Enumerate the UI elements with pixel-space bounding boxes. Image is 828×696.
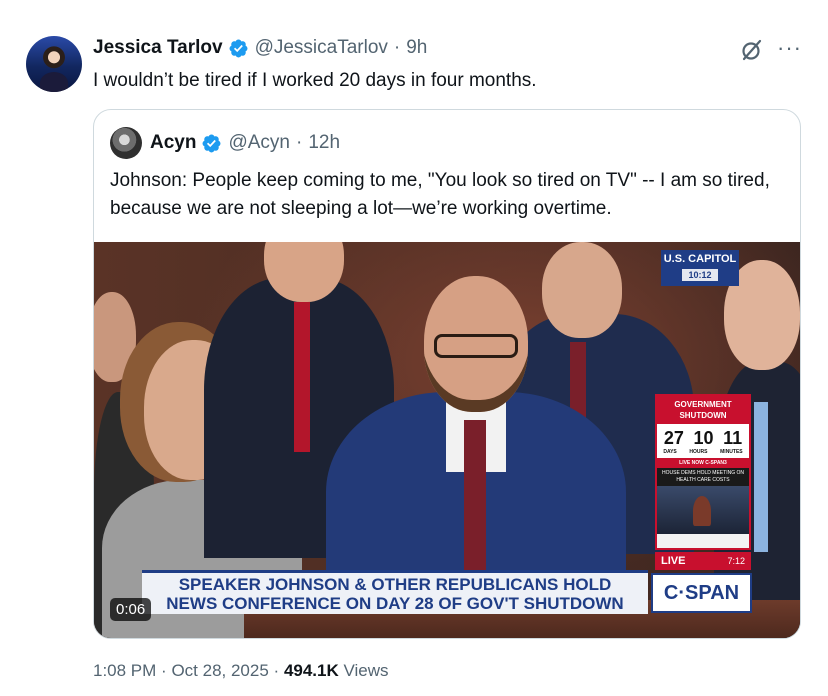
unit-minutes: MINUTES <box>720 449 743 455</box>
author-avatar[interactable] <box>26 36 82 92</box>
shutdown-title: GOVERNMENT SHUTDOWN <box>657 396 749 424</box>
shutdown-counter: 27 10 11 <box>657 424 749 449</box>
tweet-date[interactable]: Oct 28, 2025 <box>171 661 268 680</box>
live-now-label: LIVE NOW C-SPAN3 <box>657 458 749 468</box>
quote-author-handle[interactable]: @Acyn <box>228 132 290 154</box>
separator: · <box>161 661 167 680</box>
capitol-location-badge: U.S. CAPITOL 10:12 <box>661 250 739 286</box>
tweet-meta: 1:08 PM · Oct 28, 2025 · 494.1K Views <box>93 661 389 681</box>
shutdown-counter-panel: GOVERNMENT SHUTDOWN 27 10 11 DAYS HOURS … <box>655 394 751 550</box>
views-count: 494.1K <box>283 661 339 680</box>
tweet-age[interactable]: 9h <box>406 37 427 59</box>
author-handle[interactable]: @JessicaTarlov <box>255 37 388 59</box>
views-label: Views <box>343 661 389 680</box>
quote-header: Acyn @Acyn · 12h <box>110 127 340 159</box>
quoted-tweet-card[interactable]: Acyn @Acyn · 12h Johnson: People keep co… <box>93 109 801 639</box>
unit-days: DAYS <box>663 449 677 455</box>
counter-units: DAYS HOURS MINUTES <box>657 449 749 458</box>
sub-caption: HOUSE DEMS HOLD MEETING ON HEALTH CARE C… <box>657 468 749 486</box>
quote-age[interactable]: 12h <box>308 132 340 154</box>
live-label: LIVE <box>661 555 686 567</box>
lower-third-line2: NEWS CONFERENCE ON DAY 28 OF GOV'T SHUTD… <box>166 594 624 613</box>
counter-hours: 10 <box>693 428 714 448</box>
video-player[interactable]: U.S. CAPITOL 10:12 GOVERNMENT SHUTDOWN 2… <box>94 242 800 638</box>
live-indicator: LIVE 7:12 <box>655 552 751 570</box>
separator: · <box>273 661 280 680</box>
tweet-text: I wouldn’t be tired if I worked 20 days … <box>93 70 537 91</box>
quote-author-name[interactable]: Acyn <box>150 132 196 154</box>
network-logo: C·SPAN <box>651 573 752 613</box>
more-options-icon[interactable]: ··· <box>777 36 802 60</box>
separator: · <box>296 132 303 153</box>
counter-days: 27 <box>663 428 684 448</box>
unit-hours: HOURS <box>689 449 708 455</box>
lower-third-line1: SPEAKER JOHNSON & OTHER REPUBLICANS HOLD <box>178 575 612 594</box>
counter-minutes: 11 <box>723 428 743 448</box>
lower-third-caption: SPEAKER JOHNSON & OTHER REPUBLICANS HOLD… <box>142 570 648 614</box>
quote-author-avatar[interactable] <box>110 127 142 159</box>
verified-badge-icon <box>229 39 248 57</box>
tweet-header: Jessica Tarlov @JessicaTarlov · 9h <box>93 37 427 59</box>
live-time: 7:12 <box>727 556 745 566</box>
tweet-time[interactable]: 1:08 PM <box>93 661 156 680</box>
verified-badge-icon <box>203 134 221 152</box>
capitol-label: U.S. CAPITOL <box>663 253 737 265</box>
quote-text: Johnson: People keep coming to me, "You … <box>110 170 770 219</box>
capitol-time: 10:12 <box>682 269 718 281</box>
separator: · <box>393 37 401 58</box>
video-duration-badge: 0:06 <box>110 598 152 621</box>
author-name[interactable]: Jessica Tarlov <box>93 37 223 59</box>
grok-icon[interactable] <box>740 38 764 62</box>
inset-thumbnail <box>657 486 749 534</box>
